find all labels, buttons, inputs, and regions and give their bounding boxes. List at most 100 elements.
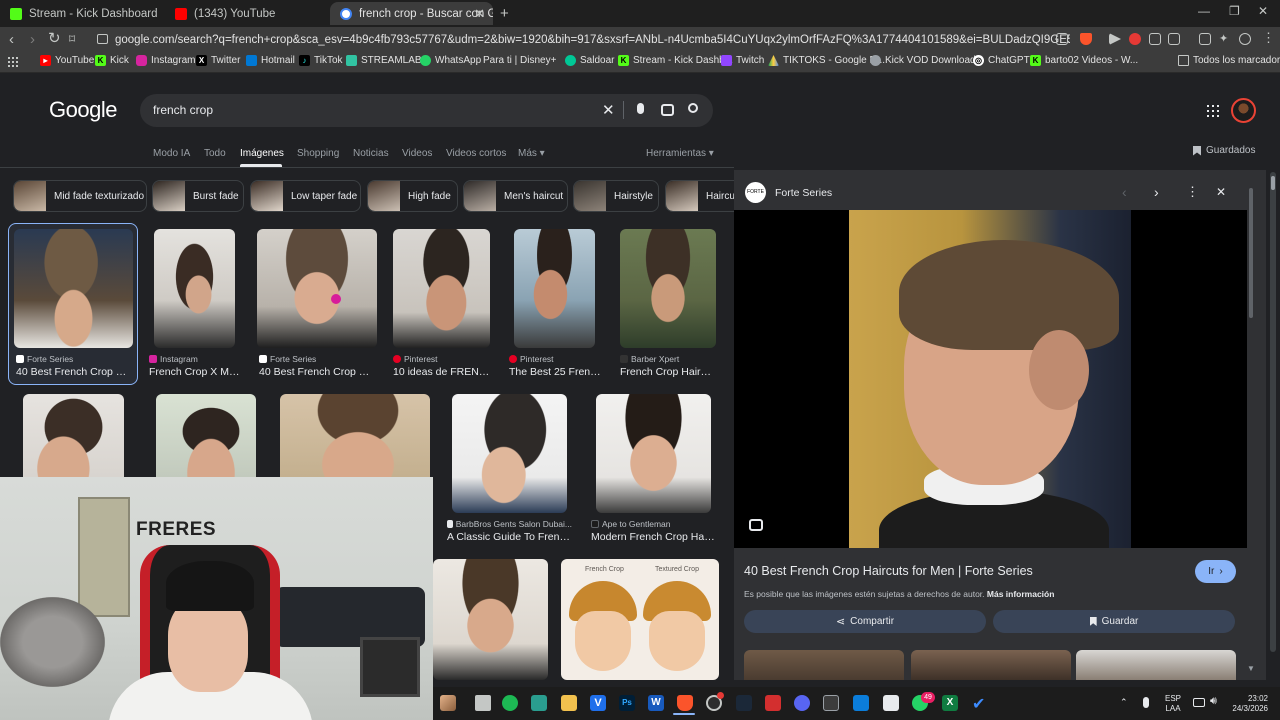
close-window-icon[interactable]: ✕ [1258,4,1268,18]
related-image[interactable] [1076,650,1236,680]
related-image[interactable] [911,650,1071,680]
spotify-icon[interactable] [502,695,518,711]
result-image[interactable] [514,229,595,348]
search-icon[interactable] [688,103,698,113]
voice-search-icon[interactable] [637,103,644,114]
bookmark-tiktoks-drive[interactable]: TIKTOKS - Google D... [768,55,885,66]
task-view-icon[interactable] [475,695,491,711]
taskbar-app-photo[interactable] [440,695,456,711]
bookmark-whatsapp[interactable]: WhatsApp [420,55,481,66]
bookmark-streamlabs[interactable]: STREAMLABS [346,55,428,66]
tools-button[interactable]: Herramientas ▾ [646,148,714,159]
volume-icon[interactable]: 🔊︎ [1210,695,1217,708]
result-image[interactable] [14,229,133,348]
share-button[interactable]: ⋖ Compartir [744,610,986,633]
tab-videos[interactable]: Videos [402,148,432,159]
panel-source[interactable]: Forte Series [775,187,832,199]
result-title[interactable]: French Crop Haircut... [620,366,716,378]
save-button[interactable]: Guardar [993,610,1235,633]
all-bookmarks-folder[interactable]: Todos los marcadores [1178,55,1280,66]
leo-ai-icon[interactable]: ✦ [1219,33,1231,45]
scroll-down-icon[interactable]: ▼ [1247,664,1255,673]
chip-hairstyle[interactable]: Hairstyle [573,180,659,212]
search-box[interactable] [140,94,713,127]
bookmark-youtube[interactable]: ▸ YouTube [40,55,94,66]
panel-title[interactable]: 40 Best French Crop Haircuts for Men | F… [744,564,1033,578]
preview-image[interactable] [849,210,1131,548]
voicemeeter-icon[interactable] [765,695,781,711]
tab-imagenes[interactable]: Imágenes [240,148,284,159]
chip-mens-haircut[interactable]: Men's haircut [463,180,568,212]
panel-scrollbar[interactable] [1249,188,1253,318]
related-image[interactable] [744,650,904,680]
chip-low-taper-fade[interactable]: Low taper fade [250,180,361,212]
google-logo[interactable]: Google [49,97,117,123]
result-image[interactable] [393,229,490,348]
clock[interactable]: 23:02 24/3/2026 [1230,694,1268,714]
reload-icon[interactable]: ↻ [48,30,61,48]
microphone-icon[interactable] [1143,697,1149,708]
tab-noticias[interactable]: Noticias [353,148,389,159]
bookmark-saldoar[interactable]: Saldoar [565,55,614,66]
next-result-icon[interactable]: › [1154,184,1159,200]
apps-icon[interactable] [8,57,18,67]
search-input[interactable]: french crop [153,103,213,117]
result-image[interactable] [156,394,256,477]
address-bar[interactable]: google.com/search?q=french+crop&sca_esv=… [91,29,1070,51]
close-panel-icon[interactable]: ✕ [1216,185,1226,199]
menu-icon[interactable]: ⋮ [1262,30,1275,46]
clear-search-icon[interactable]: ✕ [602,101,615,119]
discord-icon[interactable] [794,695,810,711]
reading-list-icon[interactable] [1168,33,1180,45]
page-scrollbar[interactable] [1270,172,1276,652]
result-image[interactable] [596,394,711,513]
extension-icon[interactable] [1129,33,1141,45]
more-info-link[interactable]: Más información [987,589,1055,599]
tab-google-search[interactable]: french crop - Buscar con Google ✕ [330,2,493,25]
lens-search-icon[interactable] [661,104,674,116]
bookmark-page-icon[interactable]: ⌑ [69,30,75,48]
back-icon[interactable]: ‹ [9,31,14,49]
extensions-puzzle-icon[interactable] [1149,33,1161,45]
chip-burst-fade[interactable]: Burst fade [152,180,244,212]
bookmark-tiktok[interactable]: ♪ TikTok [299,55,343,66]
page-scrollbar-thumb[interactable] [1271,176,1275,190]
excel-icon[interactable]: X [942,695,958,711]
bookmark-instagram[interactable]: Instagram [136,55,195,66]
result-image[interactable] [452,394,567,513]
site-info-icon[interactable] [97,34,108,44]
result-title[interactable]: 10 ideas de FRENC... [393,366,491,378]
prev-result-icon[interactable]: ‹ [1122,184,1127,200]
chip-haircut[interactable]: Haircut [665,180,735,212]
tab-mas[interactable]: Más ▾ [518,148,545,159]
tab-youtube[interactable]: (1343) YouTube [165,2,330,25]
minimize-icon[interactable]: — [1198,4,1210,18]
close-tab-icon[interactable]: ✕ [474,6,485,22]
tray-overflow-icon[interactable]: ⌃ [1120,697,1128,708]
bookmark-chatgpt[interactable]: ◎ ChatGPT [973,55,1030,66]
bookmark-kick-dashboard[interactable]: K Stream - Kick Dashb... [618,55,733,66]
tab-shopping[interactable]: Shopping [297,148,339,159]
more-options-icon[interactable]: ⋮ [1186,184,1199,200]
result-title[interactable]: 40 Best French Crop Ha... [259,366,375,378]
brave-shield-icon[interactable] [1080,33,1092,45]
bookmark-twitter[interactable]: X Twitter [196,55,240,66]
visit-button[interactable]: Ir › [1195,560,1236,583]
result-image[interactable] [433,559,548,680]
todo-icon[interactable]: ✔ [972,694,985,714]
account-avatar[interactable] [1231,98,1256,123]
share-icon[interactable] [1056,33,1068,45]
bookmark-barto02[interactable]: Kbarto02 Videos - W... [1030,55,1138,66]
bookmark-hotmail[interactable]: Hotmail [246,55,295,66]
result-title[interactable]: A Classic Guide To French ... [447,531,573,543]
result-image[interactable] [280,394,430,477]
restore-icon[interactable]: ❐ [1229,4,1240,18]
chip-high-fade[interactable]: High fade [367,180,458,212]
tab-videos-cortos[interactable]: Videos cortos [446,148,506,159]
capcut-icon[interactable] [883,695,899,711]
result-title[interactable]: The Best 25 Frenc... [509,366,601,378]
new-tab-button[interactable]: + [500,5,509,22]
result-image[interactable] [154,229,235,348]
language-indicator[interactable]: ESP LAA [1165,694,1181,714]
bookmark-disney[interactable]: Para ti | Disney+ [483,55,556,66]
